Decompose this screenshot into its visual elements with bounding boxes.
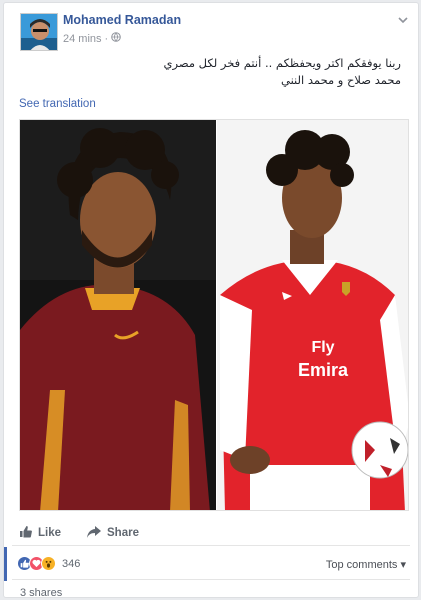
top-comments-dropdown[interactable]: Top comments ▾ xyxy=(326,558,406,571)
svg-text:Fly: Fly xyxy=(311,339,334,356)
share-button[interactable]: Share xyxy=(87,525,139,541)
post-time[interactable]: 24 mins xyxy=(63,33,102,45)
shares-count[interactable]: 3 shares xyxy=(20,587,62,599)
top-comments-label: Top comments xyxy=(325,559,398,571)
post-text-line-2: محمد صلاح و محمد النني xyxy=(281,73,401,87)
like-label: Like xyxy=(38,527,62,539)
caret-down-icon: ▾ xyxy=(400,559,406,571)
post-text-line-1: ربنا يوفقكم اكتر ويحفظكم .. أنتم فخر لكل… xyxy=(163,56,402,70)
post-meta: 24 mins · xyxy=(63,32,122,45)
reaction-count: 346 xyxy=(62,557,81,570)
post-actions: Like Share xyxy=(19,525,139,541)
thumbs-up-icon xyxy=(19,525,32,541)
like-button[interactable]: Like xyxy=(19,525,61,541)
chevron-down-icon[interactable] xyxy=(397,13,409,25)
wow-icon xyxy=(41,556,56,571)
globe-icon[interactable] xyxy=(111,32,122,45)
divider xyxy=(12,579,410,580)
meta-separator: · xyxy=(104,32,109,45)
post-text: ربنا يوفقكم اكتر ويحفظكم .. أنتم فخر لكل… xyxy=(41,55,402,89)
see-translation-link[interactable]: See translation xyxy=(19,98,96,110)
divider xyxy=(12,545,410,546)
reactions-summary[interactable]: 346 xyxy=(17,556,80,571)
share-arrow-icon xyxy=(87,525,102,541)
author-name[interactable]: Mohamed Ramadan xyxy=(63,13,181,27)
post-photo[interactable]: Fly Emira xyxy=(19,119,409,511)
reactions-accent-bar xyxy=(4,547,7,581)
svg-text:Emira: Emira xyxy=(298,360,349,380)
author-avatar[interactable] xyxy=(20,13,58,51)
post-card: Mohamed Ramadan 24 mins · ربنا يوفقكم اك… xyxy=(3,2,419,599)
share-label: Share xyxy=(107,527,139,539)
